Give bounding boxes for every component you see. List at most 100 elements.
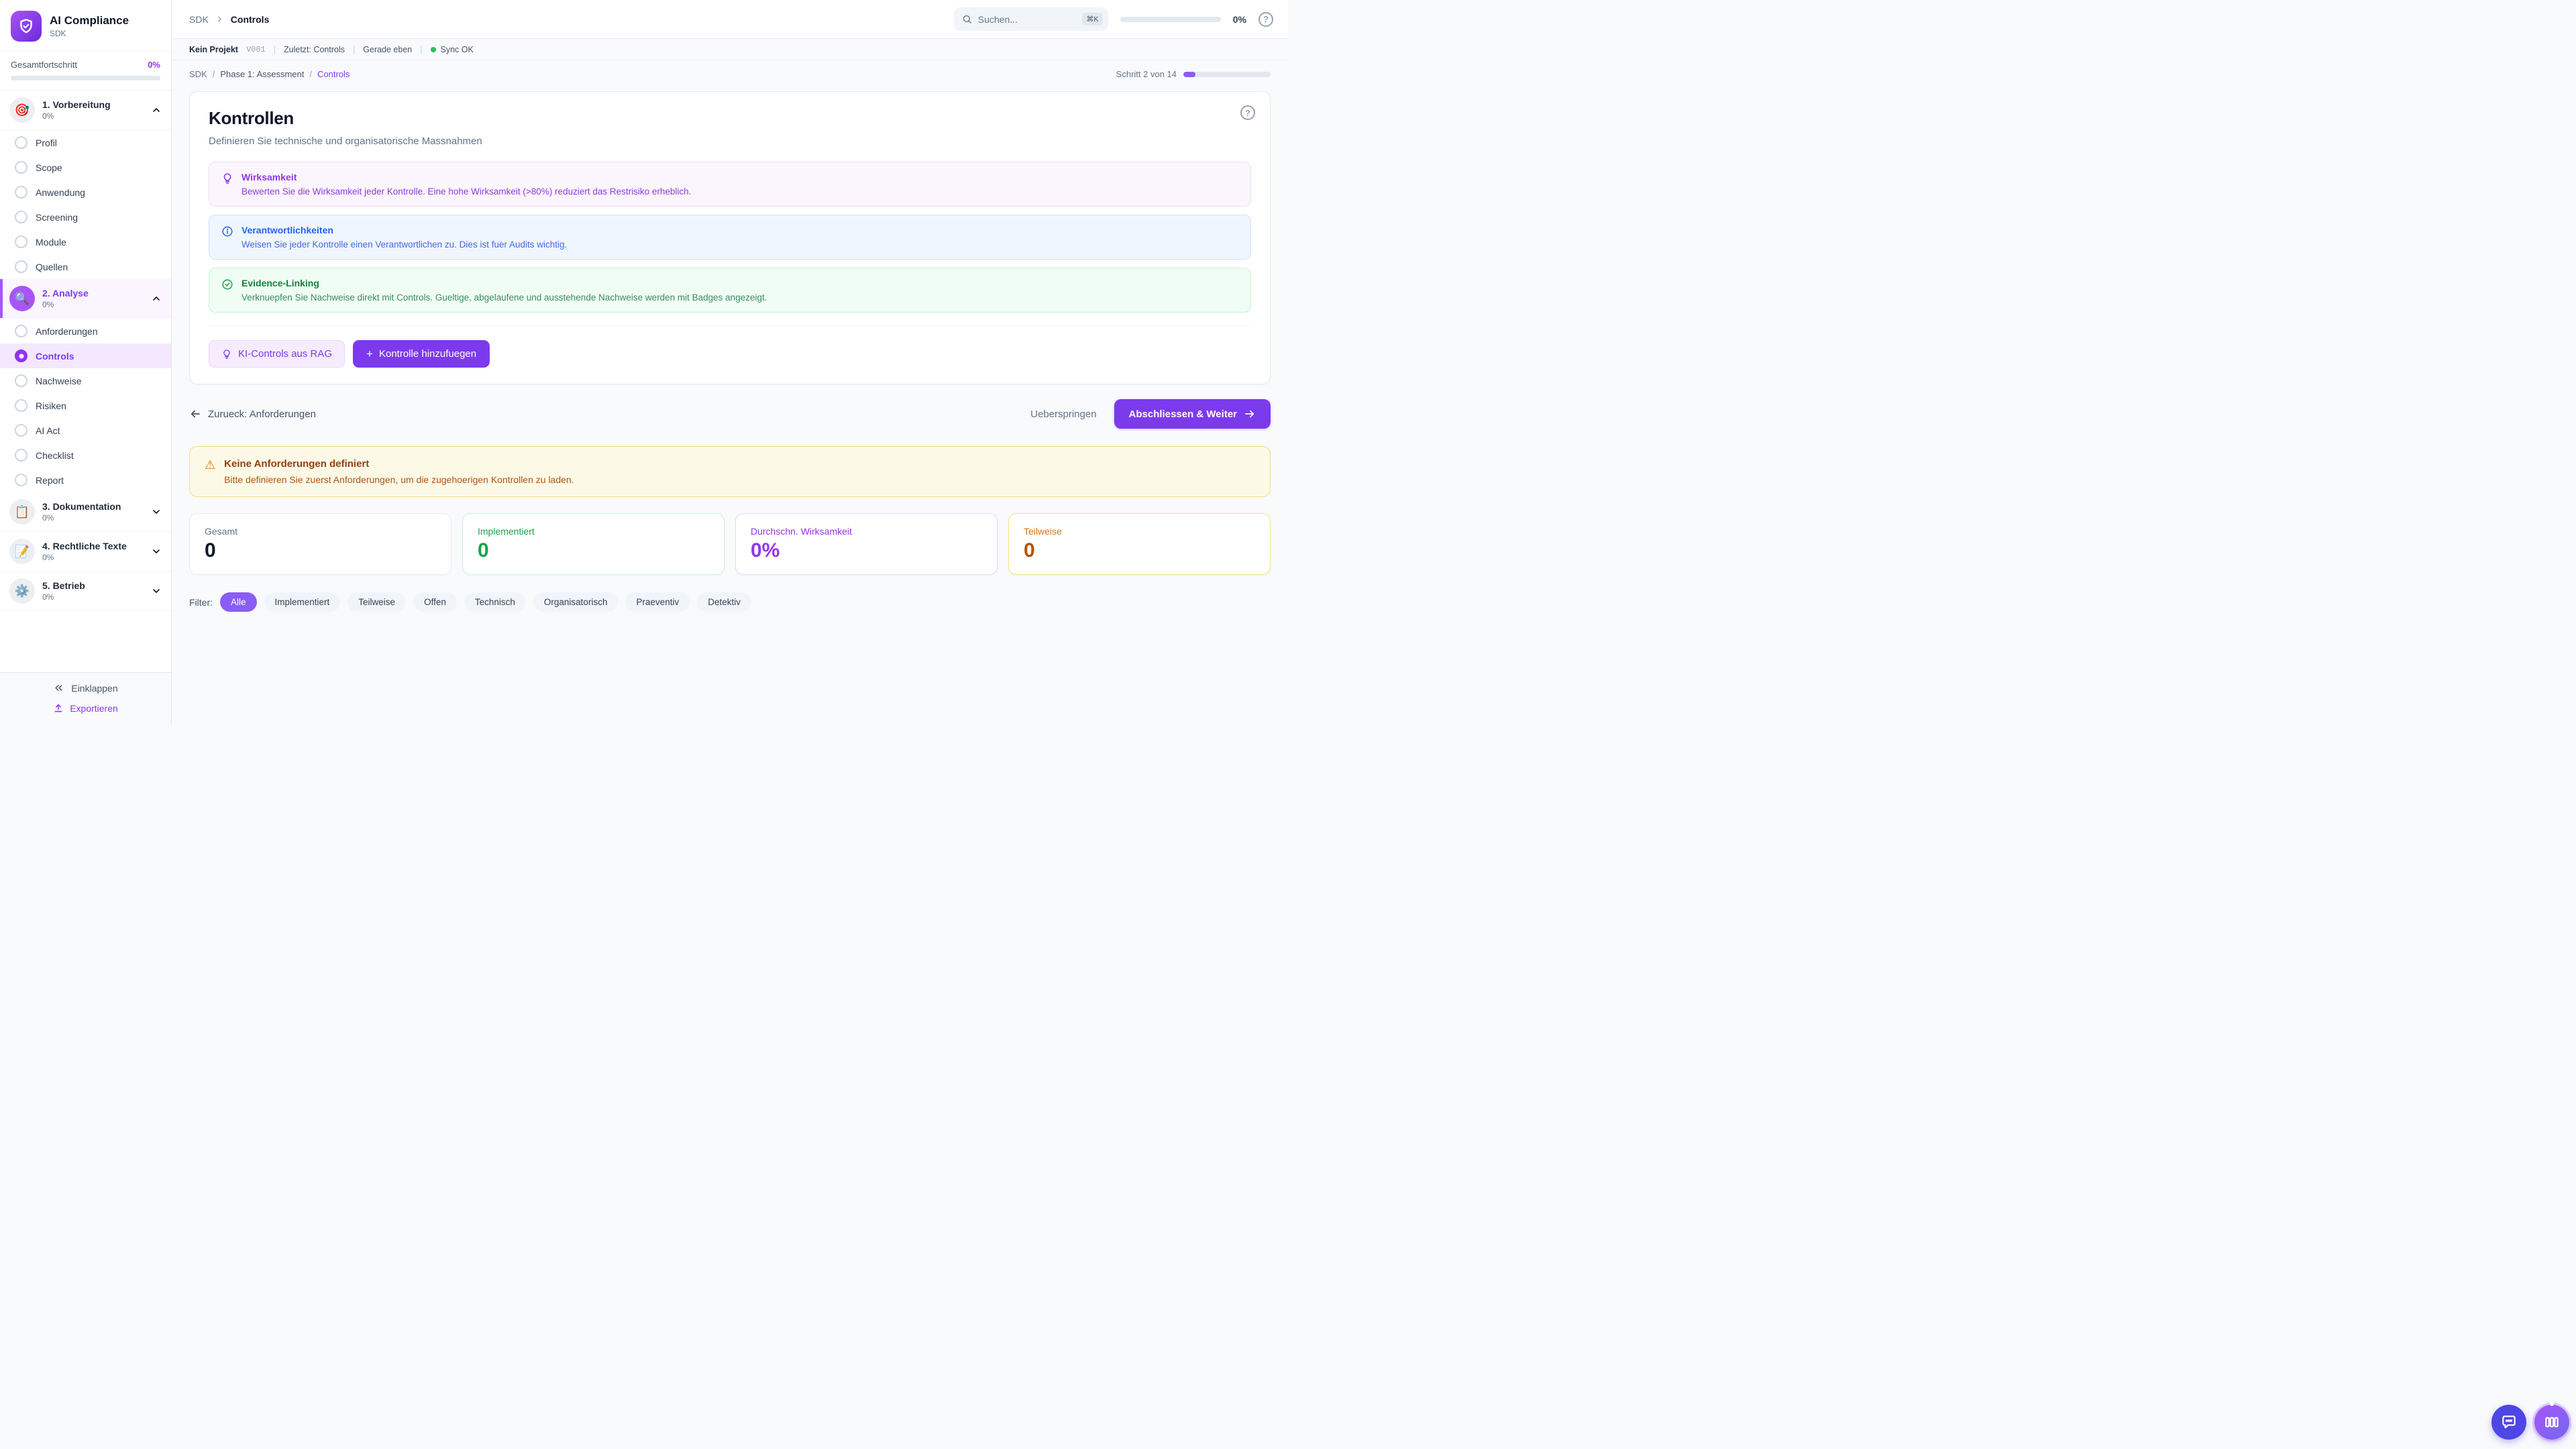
sidebar-item-controls[interactable]: Controls	[0, 343, 171, 368]
chevron-down-icon[interactable]	[151, 506, 162, 517]
chevron-down-icon[interactable]	[151, 546, 162, 557]
sidebar: AI Compliance SDK Gesamtfortschritt 0% 🎯…	[0, 0, 172, 724]
card-help-icon[interactable]: ?	[1240, 105, 1255, 120]
status-bar: Kein Projekt V001 | Zuletzt: Controls | …	[172, 39, 1288, 60]
chevron-down-icon[interactable]	[151, 586, 162, 596]
sidebar-item-anforderungen[interactable]: Anforderungen	[0, 319, 171, 343]
filter-chip-teilweise[interactable]: Teilweise	[347, 592, 406, 612]
wizard-nav-row: Zurueck: Anforderungen Ueberspringen Abs…	[189, 399, 1271, 429]
chevron-up-icon[interactable]	[151, 105, 162, 115]
section-percent: 0%	[42, 300, 144, 309]
search-icon	[962, 14, 972, 24]
kontrollen-card: ? Kontrollen Definieren Sie technische u…	[189, 91, 1271, 384]
section-percent: 0%	[42, 111, 144, 121]
arrow-left-icon	[189, 408, 201, 420]
project-name: Kein Projekt	[189, 45, 238, 54]
radio-icon	[15, 424, 28, 437]
section-title: 4. Rechtliche Texte	[42, 541, 144, 551]
sidebar-section-betrieb[interactable]: ⚙️ 5. Betrieb 0%	[0, 572, 171, 611]
overall-progress-bar	[11, 76, 160, 80]
sync-status: Sync OK	[431, 45, 474, 54]
app-logo-row: AI Compliance SDK	[0, 0, 171, 51]
warning-triangle-icon: ⚠	[205, 458, 215, 485]
sidebar-item-ai-act[interactable]: AI Act	[0, 418, 171, 443]
chat-bubble-icon	[2500, 1413, 2518, 1431]
skip-button[interactable]: Ueberspringen	[1030, 409, 1096, 420]
card-actions: KI-Controls aus RAG + Kontrolle hinzufue…	[209, 326, 1251, 368]
radio-icon	[15, 449, 28, 462]
filter-chip-offen[interactable]: Offen	[413, 592, 457, 612]
stat-card-implementiert: Implementiert 0	[462, 513, 724, 575]
sidebar-item-report[interactable]: Report	[0, 468, 171, 492]
page-subtitle: Definieren Sie technische und organisato…	[209, 136, 1251, 147]
sidebar-item-risiken[interactable]: Risiken	[0, 393, 171, 418]
breadcrumb-root[interactable]: SDK	[189, 14, 209, 25]
sidebar-item-profil[interactable]: Profil	[0, 130, 171, 155]
sidebar-item-screening[interactable]: Screening	[0, 205, 171, 229]
phase-middle[interactable]: Phase 1: Assessment	[220, 69, 304, 79]
sidebar-item-nachweise[interactable]: Nachweise	[0, 368, 171, 393]
lightbulb-icon	[221, 349, 232, 360]
columns-icon	[2543, 1413, 2561, 1431]
add-control-button[interactable]: + Kontrolle hinzufuegen	[353, 340, 490, 368]
sidebar-section-dokumentation[interactable]: 📋 3. Dokumentation 0%	[0, 492, 171, 532]
sidebar-item-quellen[interactable]: Quellen	[0, 254, 171, 279]
stat-card-teilweise: Teilweise 0	[1008, 513, 1271, 575]
radio-icon	[15, 211, 28, 223]
radio-icon	[15, 186, 28, 199]
filter-chip-praeventiv[interactable]: Praeventiv	[625, 592, 690, 612]
filter-chip-implementiert[interactable]: Implementiert	[264, 592, 341, 612]
page-title: Kontrollen	[209, 108, 1251, 129]
step-label: Schritt 2 von 14	[1116, 69, 1177, 79]
filter-chip-detektiv[interactable]: Detektiv	[697, 592, 751, 612]
clipboard-icon: 📋	[9, 499, 35, 525]
chevron-up-icon[interactable]	[151, 293, 162, 304]
overall-progress-value: 0%	[148, 60, 160, 70]
upload-icon	[53, 703, 64, 714]
chat-button[interactable]	[2491, 1405, 2526, 1440]
sidebar-section-vorbereitung[interactable]: 🎯 1. Vorbereitung 0%	[0, 91, 171, 130]
breadcrumb: SDK Controls	[189, 14, 269, 25]
search-input[interactable]: Suchen... ⌘K	[954, 7, 1108, 31]
ai-controls-button[interactable]: KI-Controls aus RAG	[209, 340, 345, 368]
top-bar: SDK Controls Suchen... ⌘K 0% ?	[172, 0, 1288, 39]
help-icon[interactable]: ?	[1258, 12, 1273, 27]
stat-card-gesamt: Gesamt 0	[189, 513, 451, 575]
collapse-sidebar-button[interactable]: Einklappen	[53, 682, 117, 694]
memo-icon: 📝	[9, 539, 35, 564]
sidebar-item-checklist[interactable]: Checklist	[0, 443, 171, 468]
back-button[interactable]: Zurueck: Anforderungen	[189, 408, 316, 420]
section-title: 1. Vorbereitung	[42, 99, 144, 110]
sidebar-footer: Einklappen Exportieren	[0, 672, 171, 724]
columns-panel-button[interactable]	[2534, 1405, 2569, 1440]
info-circle-icon	[221, 225, 233, 250]
phase-root[interactable]: SDK	[189, 69, 207, 79]
magnifier-icon: 🔍	[9, 286, 35, 311]
section-percent: 0%	[42, 592, 144, 602]
export-button[interactable]: Exportieren	[53, 703, 118, 714]
section-title: 2. Analyse	[42, 288, 144, 299]
radio-icon	[15, 235, 28, 248]
sidebar-nav: 🎯 1. Vorbereitung 0% Profil Scope Anwend…	[0, 91, 171, 672]
filter-chip-alle[interactable]: Alle	[220, 592, 257, 612]
stat-card-wirksamkeit: Durchschn. Wirksamkeit 0%	[735, 513, 998, 575]
sidebar-section-analyse[interactable]: 🔍 2. Analyse 0%	[0, 279, 171, 319]
shield-logo-icon	[11, 11, 42, 42]
breadcrumb-current: Controls	[231, 14, 270, 25]
radio-icon	[15, 161, 28, 174]
sidebar-item-anwendung[interactable]: Anwendung	[0, 180, 171, 205]
sidebar-section-rechtliche-texte[interactable]: 📝 4. Rechtliche Texte 0%	[0, 532, 171, 572]
keyboard-shortcut-badge: ⌘K	[1082, 13, 1102, 25]
filter-row: Filter: Alle Implementiert Teilweise Off…	[189, 592, 1271, 612]
gear-icon: ⚙️	[9, 578, 35, 604]
step-progress: Schritt 2 von 14	[1116, 69, 1271, 79]
sidebar-item-module[interactable]: Module	[0, 229, 171, 254]
filter-chip-organisatorisch[interactable]: Organisatorisch	[533, 592, 619, 612]
finish-next-button[interactable]: Abschliessen & Weiter	[1114, 399, 1271, 429]
lightbulb-icon	[221, 172, 233, 197]
stats-row: Gesamt 0 Implementiert 0 Durchschn. Wirk…	[189, 513, 1271, 575]
sidebar-item-scope[interactable]: Scope	[0, 155, 171, 180]
radio-icon	[15, 260, 28, 273]
section-title: 5. Betrieb	[42, 580, 144, 591]
filter-chip-technisch[interactable]: Technisch	[464, 592, 526, 612]
